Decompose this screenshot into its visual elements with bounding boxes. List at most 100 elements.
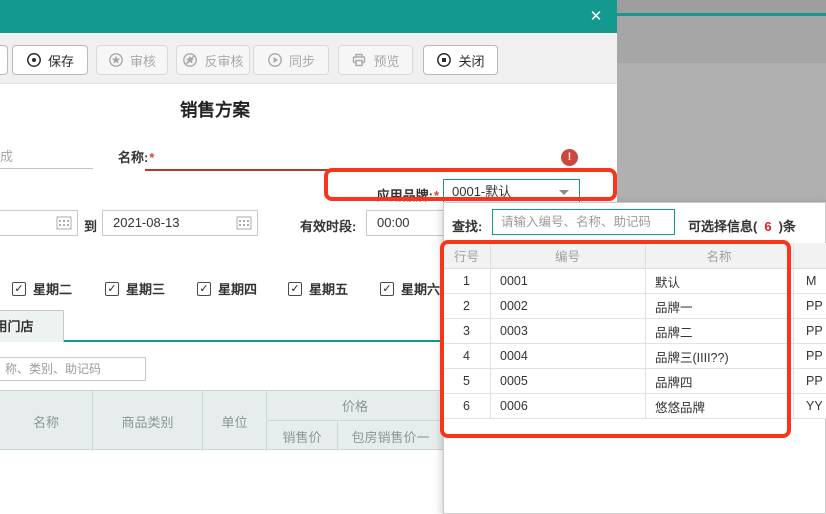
name-input[interactable] (145, 169, 566, 171)
brand-row-3-no[interactable]: 3 (443, 319, 490, 344)
brand-row-6-code[interactable]: 0006 (490, 394, 645, 419)
sync-button[interactable]: 同步 (253, 45, 329, 75)
close-button[interactable]: 关闭 (423, 45, 498, 75)
brand-row-1-name[interactable]: 默认 (645, 269, 793, 294)
column-header-sale-price[interactable]: 销售价 (267, 421, 338, 451)
brand-row-5-no[interactable]: 5 (443, 369, 490, 394)
weekday-label: 星期四 (218, 279, 257, 298)
brand-label: 应用品牌:* (355, 185, 439, 204)
dialog-titlebar: ✕ (0, 0, 617, 33)
backdrop-top-strip (617, 0, 826, 13)
checkbox-checked[interactable]: ✓ (380, 282, 394, 296)
required-asterisk: * (149, 150, 154, 165)
backdrop-upper (617, 16, 826, 63)
checkbox-checked[interactable]: ✓ (12, 282, 26, 296)
code-field-underline[interactable] (0, 168, 93, 169)
brand-row-1-code[interactable]: 0001 (490, 269, 645, 294)
brand-row-2-name[interactable]: 品牌一 (645, 294, 793, 319)
weekday-thursday: ✓ 星期四 (197, 279, 257, 298)
sync-button-label: 同步 (289, 51, 315, 70)
brand-row-2-mnemonic[interactable]: PP (793, 294, 826, 319)
save-icon (26, 52, 42, 68)
tab-stores[interactable]: 用门店 (0, 310, 64, 342)
column-header-price-group[interactable]: 价格 (267, 391, 443, 421)
brand-row-2-code[interactable]: 0002 (490, 294, 645, 319)
weekday-tuesday: ✓ 星期二 (12, 279, 72, 298)
unaudit-button-label: 反审核 (204, 51, 243, 70)
partial-button[interactable] (0, 45, 8, 75)
brand-row-4-name[interactable]: 品牌三(IIII??) (645, 344, 793, 369)
weekday-label: 星期六 (401, 279, 440, 298)
brand-col-header-code: 编号 (490, 243, 645, 269)
brand-row-5-mnemonic[interactable]: PP (793, 369, 826, 394)
brand-row-1-mnemonic[interactable]: M (793, 269, 826, 294)
brand-row-4-no[interactable]: 4 (443, 344, 490, 369)
screen: ✕ 保存 审核 反审核 (0, 0, 826, 514)
audit-button-label: 审核 (130, 51, 156, 70)
brand-row-1-no[interactable]: 1 (443, 269, 490, 294)
sync-icon (267, 52, 283, 68)
brand-find-input[interactable] (492, 209, 675, 235)
count-number: 6 (757, 219, 778, 234)
end-date-input[interactable]: 2021-08-13 (102, 210, 258, 236)
grid-line (793, 243, 794, 419)
find-label: 查找: (452, 216, 482, 235)
brand-row-5-name[interactable]: 品牌四 (645, 369, 793, 394)
chevron-down-icon (559, 190, 569, 195)
column-header-room-price[interactable]: 包房销售价一 (338, 421, 443, 451)
unaudit-icon (182, 52, 198, 68)
preview-button-label: 预览 (373, 51, 399, 70)
calendar-icon[interactable] (56, 216, 72, 230)
checkbox-checked[interactable]: ✓ (288, 282, 302, 296)
save-button[interactable]: 保存 (12, 45, 88, 75)
column-header-category[interactable]: 商品类别 (93, 391, 203, 451)
brand-row-4-code[interactable]: 0004 (490, 344, 645, 369)
brand-row-6-no[interactable]: 6 (443, 394, 490, 419)
valid-time-value: 00:00 (377, 215, 410, 230)
required-asterisk: * (434, 188, 439, 203)
weekday-friday: ✓ 星期五 (288, 279, 348, 298)
grid-line (645, 243, 646, 419)
date-to-label: 到 (84, 216, 97, 235)
close-button-label: 关闭 (458, 51, 484, 70)
weekday-label: 星期二 (33, 279, 72, 298)
calendar-icon[interactable] (236, 216, 252, 230)
product-search-input[interactable] (0, 357, 146, 381)
backdrop-lower (617, 63, 826, 202)
weekday-label: 星期五 (309, 279, 348, 298)
brand-row-3-code[interactable]: 0003 (490, 319, 645, 344)
tab-stores-label: 用门店 (0, 319, 34, 334)
end-date-value: 2021-08-13 (113, 215, 180, 230)
preview-icon (351, 52, 367, 68)
validation-error-icon: ! (561, 149, 578, 166)
page-title: 销售方案 (150, 97, 280, 122)
tab-active-underline (64, 340, 443, 342)
unaudit-button[interactable]: 反审核 (176, 45, 250, 75)
brand-row-2-no[interactable]: 2 (443, 294, 490, 319)
brand-select[interactable]: 0001-默认 (443, 179, 580, 204)
brand-row-5-code[interactable]: 0005 (490, 369, 645, 394)
selectable-count: 可选择信息(6)条 (688, 216, 796, 235)
weekday-wednesday: ✓ 星期三 (105, 279, 165, 298)
brand-row-6-name[interactable]: 悠悠品牌 (645, 394, 793, 419)
brand-row-4-mnemonic[interactable]: PP (793, 344, 826, 369)
grid-line (490, 243, 491, 419)
column-header-unit[interactable]: 单位 (203, 391, 267, 451)
name-label: 名称:* (118, 147, 154, 166)
brand-row-3-mnemonic[interactable]: PP (793, 319, 826, 344)
brand-select-value: 0001-默认 (452, 184, 511, 199)
audit-icon (108, 52, 124, 68)
brand-col-header-name: 名称 (645, 243, 793, 269)
weekday-label: 星期三 (126, 279, 165, 298)
brand-col-header-rowno: 行号 (443, 243, 490, 269)
preview-button[interactable]: 预览 (338, 45, 413, 75)
column-header-name[interactable]: 名称 (0, 391, 93, 451)
weekday-saturday: ✓ 星期六 (380, 279, 440, 298)
checkbox-checked[interactable]: ✓ (197, 282, 211, 296)
brand-row-6-mnemonic[interactable]: YY (793, 394, 826, 419)
checkbox-checked[interactable]: ✓ (105, 282, 119, 296)
brand-row-3-name[interactable]: 品牌二 (645, 319, 793, 344)
audit-button[interactable]: 审核 (96, 45, 168, 75)
dialog-close-icon[interactable]: ✕ (585, 6, 607, 28)
valid-time-label: 有效时段: (300, 216, 356, 235)
